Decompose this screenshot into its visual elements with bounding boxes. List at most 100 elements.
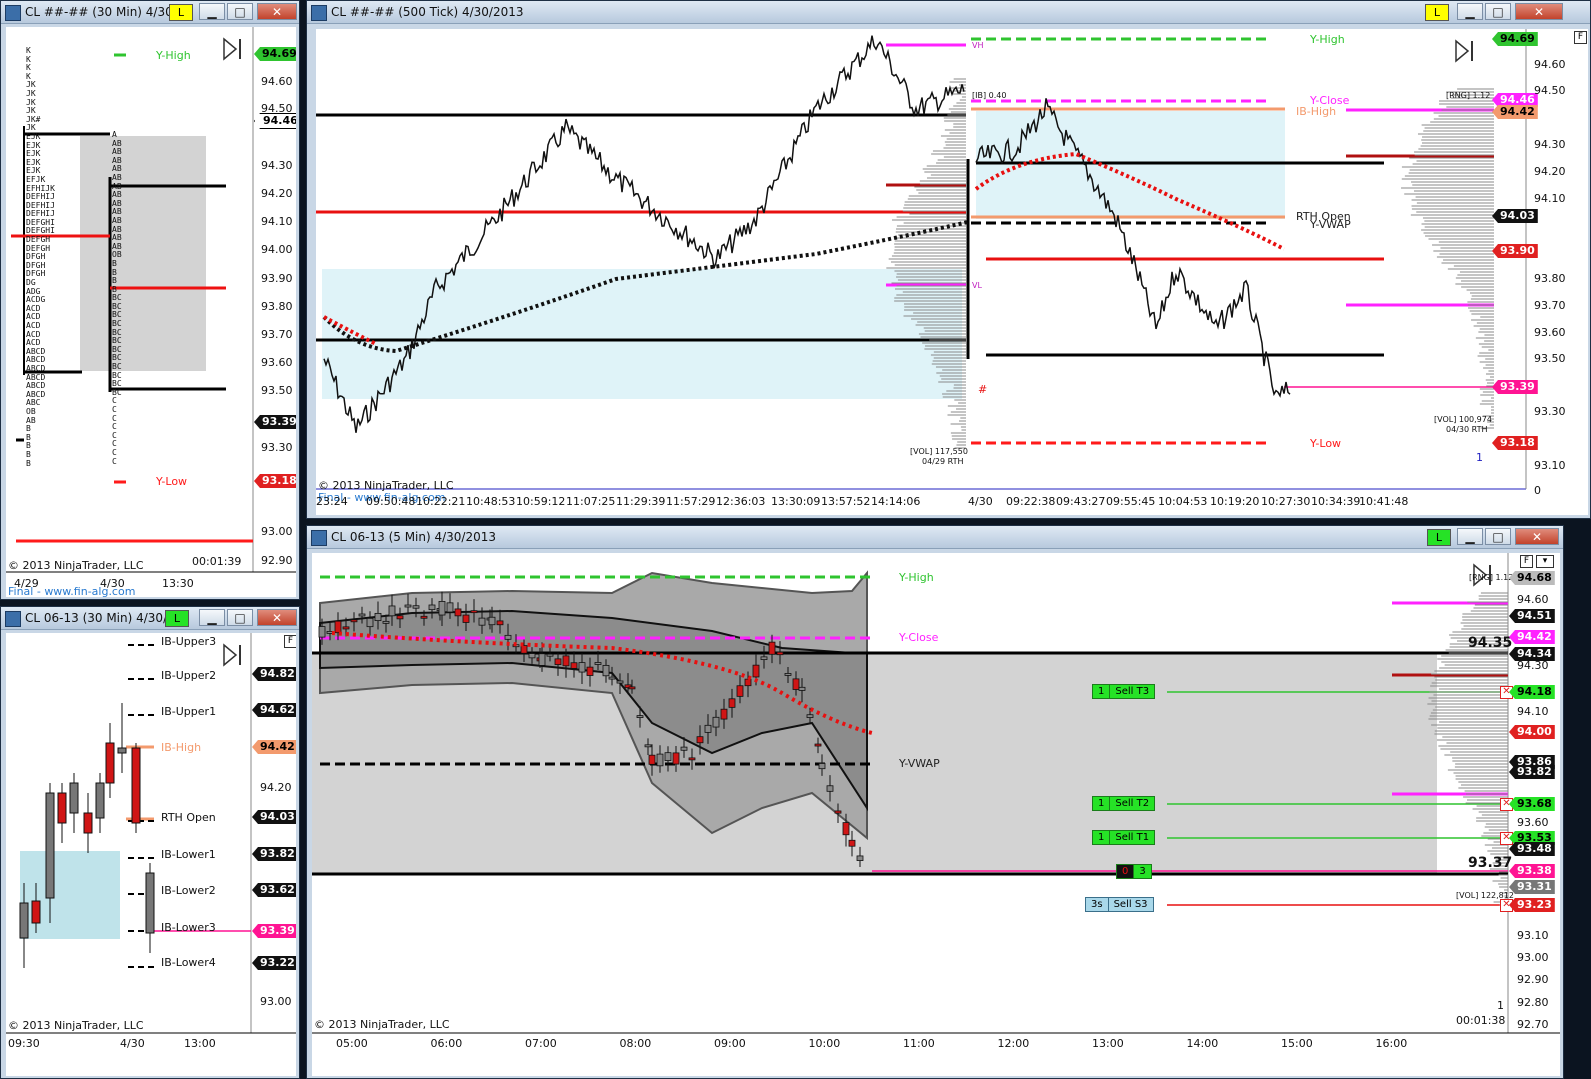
link-badge[interactable]: L	[165, 610, 189, 627]
bar-count: 1	[1476, 451, 1483, 464]
tpo-footer[interactable]: Final - www.fin-alg.com	[8, 585, 135, 597]
chevron-down-icon[interactable]: ▾	[1536, 555, 1554, 568]
tpo-price-axis-7: 93.80	[261, 300, 293, 313]
y-close-label: Y-Close	[899, 631, 939, 644]
ib-price-axis-0: 94.20	[260, 781, 292, 794]
five-time-label: 15:00	[1281, 1037, 1313, 1050]
price-badge-last: 94.03	[1492, 209, 1538, 223]
tick-price-axis-8: 93.50	[1534, 352, 1566, 365]
ib-copyright: © 2013 NinjaTrader, LLC	[8, 1019, 144, 1032]
price-badge-high: 94.69	[1492, 32, 1538, 46]
link-badge[interactable]: L	[1427, 529, 1451, 546]
tick-price-axis-7: 93.60	[1534, 326, 1566, 339]
order-qty: 1	[1093, 797, 1111, 810]
tick-time-label: 11:07:25	[566, 495, 616, 508]
tick-price-axis-3: 94.20	[1534, 165, 1566, 178]
ib-level-5: IB-Lower1	[161, 848, 216, 861]
tick-price-axis-1: 94.50	[1534, 84, 1566, 97]
ib-badge-6: 93.39	[252, 924, 296, 938]
sell-t2-order[interactable]: 1 Sell T2	[1092, 796, 1156, 811]
tick-window[interactable]: CL ##-## (500 Tick) 4/30/2013 L ▁ □ ✕ VH…	[306, 0, 1591, 519]
tick-time-label: 10:41:48	[1359, 495, 1409, 508]
vl-label: VL	[972, 281, 982, 290]
tick-time-label: 09:22:38	[1006, 495, 1056, 508]
order-label: Sell T3	[1115, 686, 1150, 697]
tick-price-axis-0: 94.60	[1534, 58, 1566, 71]
tpo-price-axis-9: 93.60	[261, 356, 293, 369]
chart-menu-f-icon[interactable]: F	[1520, 555, 1533, 568]
ib-badge-3: 94.03	[252, 810, 296, 824]
five-min-titlebar[interactable]: CL 06-13 (5 Min) 4/30/2013 L ▁ □ ✕	[307, 526, 1563, 549]
tick-time-label: 10:27:30	[1261, 495, 1311, 508]
five-min-chart[interactable]: F ▾ Y-High Y-Close Y-VWAP 94.35 93.37 [R…	[312, 553, 1560, 1076]
ib-badge-0: 94.82	[252, 667, 296, 681]
price-badge-12: 93.31	[1509, 880, 1555, 894]
chart-app-icon	[311, 530, 327, 546]
maximize-button[interactable]: □	[1485, 3, 1511, 20]
order-label: Sell T2	[1115, 798, 1150, 809]
ib-level-7: IB-Lower3	[161, 921, 216, 934]
y-low-label: Y-Low	[1310, 437, 1342, 450]
vh-label: VH	[972, 41, 984, 50]
tick-chart[interactable]: VH VL Y-High Y-Close IB-High RTH Open Y-…	[316, 29, 1588, 515]
ib-chart[interactable]: F IB-Upper3 IB-Upper2 IB-Upper1 IB-High …	[6, 633, 296, 1076]
close-button[interactable]: ✕	[257, 3, 297, 20]
five-min-window[interactable]: CL 06-13 (5 Min) 4/30/2013 L ▁ □ ✕ F ▾ Y…	[306, 525, 1564, 1079]
tpo-window[interactable]: CL ##-## (30 Min) 4/30/2 L ▁ □ ✕ K K K K…	[0, 0, 300, 600]
maximize-button[interactable]: □	[1485, 528, 1511, 545]
tpo-titlebar[interactable]: CL ##-## (30 Min) 4/30/2 L ▁ □ ✕	[1, 1, 299, 24]
minimize-button[interactable]: ▁	[1457, 528, 1483, 545]
five-copyright: © 2013 NinjaTrader, LLC	[314, 1018, 450, 1031]
tpo-price-axis-10: 93.50	[261, 384, 293, 397]
sell-s3-order[interactable]: 3s Sell S3	[1085, 897, 1154, 912]
price-badge-top: 94.68	[1509, 571, 1555, 585]
tpo-copyright: © 2013 NinjaTrader, LLC	[8, 559, 144, 572]
tpo-price-axis-1: 94.50	[261, 102, 293, 115]
ib-level-8: IB-Lower4	[161, 956, 216, 969]
vol-left-date: 04/29 RTH	[922, 457, 964, 466]
big-level-2: 93.37	[1468, 855, 1513, 871]
price-badge-5: 94.00	[1509, 725, 1555, 739]
vol-right-date: 04/30 RTH	[1446, 425, 1488, 434]
link-badge[interactable]: L	[1425, 4, 1449, 21]
tpo-price-axis-6: 93.90	[261, 272, 293, 285]
sell-t1-order[interactable]: 1 Sell T1	[1092, 830, 1156, 845]
tick-time-label: 10:34:39	[1311, 495, 1361, 508]
maximize-button[interactable]: □	[227, 609, 253, 626]
close-button[interactable]: ✕	[1515, 528, 1559, 545]
price-badge-13: 93.23	[1509, 898, 1555, 912]
ib-window[interactable]: CL 06-13 (30 Min) 4/30/2 L ▁ □ ✕ F IB-Up…	[0, 606, 300, 1079]
minimize-button[interactable]: ▁	[1457, 3, 1483, 20]
tick-time-label: 13:57:52	[821, 495, 871, 508]
tick-time-label: 10:48:53	[466, 495, 516, 508]
close-button[interactable]: ✕	[257, 609, 297, 626]
ib-level-0: IB-Upper3	[161, 635, 217, 648]
link-badge[interactable]: L	[169, 4, 193, 21]
chart-menu-f-icon[interactable]: F	[284, 635, 296, 648]
tick-time-label: 4/30	[968, 495, 993, 508]
minimize-button[interactable]: ▁	[199, 3, 225, 20]
position-qty: 3	[1139, 866, 1146, 877]
ib-time-2: 13:00	[184, 1037, 216, 1050]
order-qty: 1	[1093, 831, 1111, 844]
minimize-button[interactable]: ▁	[199, 609, 225, 626]
close-button[interactable]: ✕	[1515, 3, 1563, 20]
chart-menu-f-icon[interactable]: F	[1574, 31, 1587, 44]
tpo-price-axis-8: 93.70	[261, 328, 293, 341]
maximize-button[interactable]: □	[227, 3, 253, 20]
tick-time-label: 11:57:29	[666, 495, 716, 508]
tpo-time-2: 13:30	[162, 577, 194, 590]
price-badge-1: 94.51	[1509, 609, 1555, 623]
tpo-chart[interactable]: K K K K JK JK JK JK JK# JK EJK EJK EJK E…	[6, 27, 296, 597]
ib-badge-1: 94.62	[252, 703, 296, 717]
tick-titlebar[interactable]: CL ##-## (500 Tick) 4/30/2013 L ▁ □ ✕	[307, 1, 1590, 24]
y-vwap-label: Y-VWAP	[899, 757, 940, 770]
tick-time-label: 09:50:48	[366, 495, 416, 508]
five-price-axis-1: 94.30	[1517, 659, 1549, 672]
tpo-price-axis-5: 94.00	[261, 243, 293, 256]
position-marker[interactable]: 03	[1116, 864, 1152, 879]
sell-t3-order[interactable]: 1 Sell T3	[1092, 684, 1156, 699]
ib-titlebar[interactable]: CL 06-13 (30 Min) 4/30/2 L ▁ □ ✕	[1, 607, 299, 630]
vol-right-note: [VOL] 100,974	[1434, 415, 1492, 424]
tick-time-label: 10:19:20	[1210, 495, 1260, 508]
